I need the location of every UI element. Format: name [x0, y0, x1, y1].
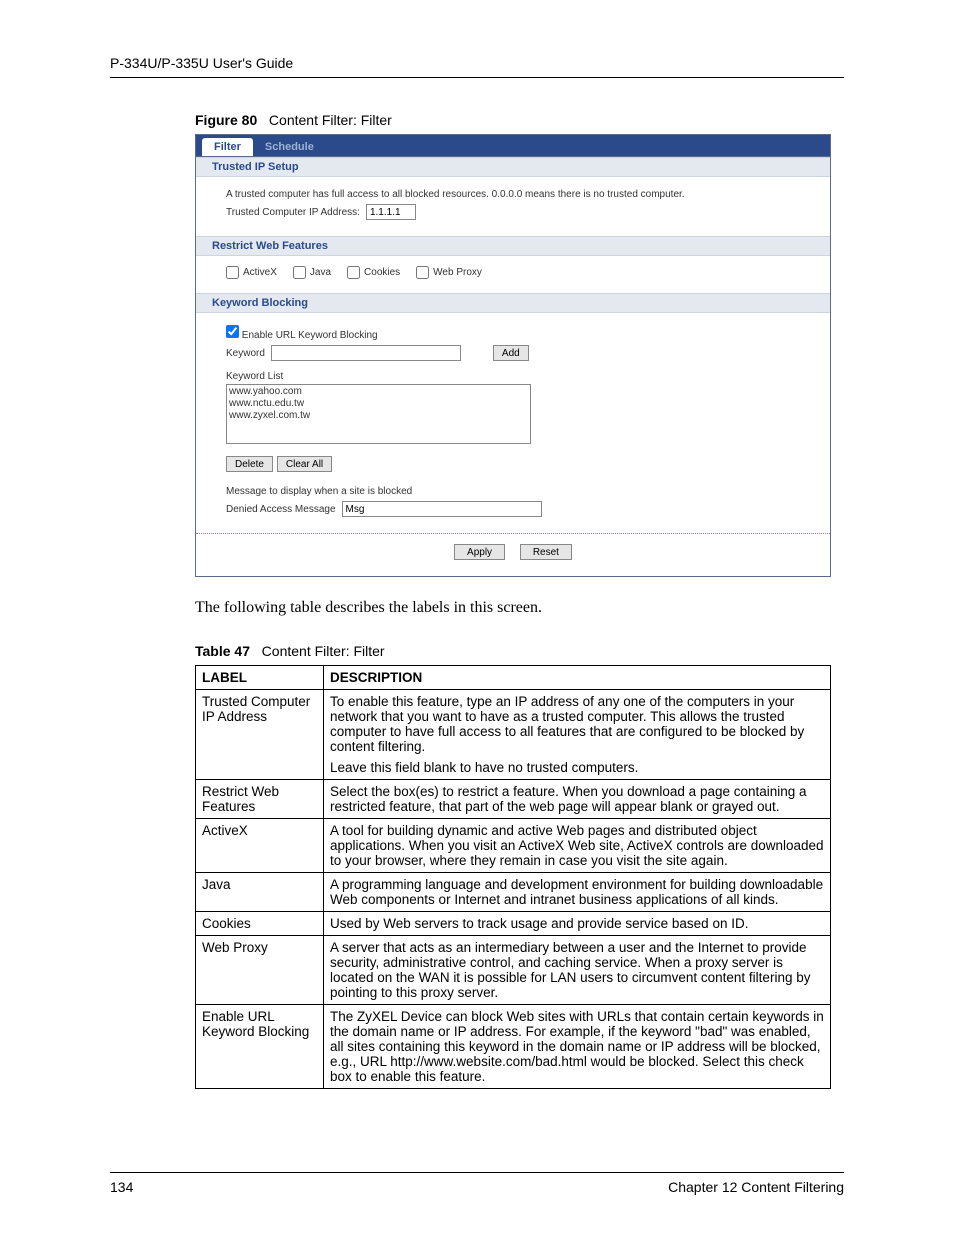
section-trusted-heading: Trusted IP Setup [196, 157, 830, 177]
table-row: Java A programming language and developm… [196, 873, 831, 912]
clear-all-button[interactable]: Clear All [277, 456, 332, 472]
chapter-label: Chapter 12 Content Filtering [668, 1179, 844, 1195]
table-row: ActiveX A tool for building dynamic and … [196, 819, 831, 873]
table-row: Trusted Computer IP Address To enable th… [196, 690, 831, 780]
trusted-ip-label: Trusted Computer IP Address: [226, 207, 360, 218]
chk-enable-keyword[interactable]: Enable URL Keyword Blocking [226, 325, 378, 341]
th-description: DESCRIPTION [324, 666, 831, 690]
table-row: Cookies Used by Web servers to track usa… [196, 912, 831, 936]
row-desc: A tool for building dynamic and active W… [324, 819, 831, 873]
chk-webproxy[interactable]: Web Proxy [416, 266, 482, 279]
add-button[interactable]: Add [493, 345, 529, 361]
row-label: ActiveX [196, 819, 324, 873]
figure-title: Content Filter: Filter [269, 112, 392, 128]
list-item[interactable]: www.zyxel.com.tw [229, 410, 528, 422]
section-keyword-heading: Keyword Blocking [196, 293, 830, 313]
keyword-listbox[interactable]: www.yahoo.com www.nctu.edu.tw www.zyxel.… [226, 384, 531, 444]
row-desc: The ZyXEL Device can block Web sites wit… [324, 1005, 831, 1089]
row-label: Trusted Computer IP Address [196, 690, 324, 780]
row-desc: To enable this feature, type an IP addre… [324, 690, 831, 780]
table-label: Table 47 [195, 643, 250, 659]
trusted-ip-input[interactable] [366, 204, 416, 220]
apply-button[interactable]: Apply [454, 544, 505, 560]
keyword-label: Keyword [226, 348, 265, 359]
row-desc: Used by Web servers to track usage and p… [324, 912, 831, 936]
tab-bar: Filter Schedule [196, 135, 830, 157]
intro-text: The following table describes the labels… [195, 599, 844, 617]
page-number: 134 [110, 1179, 133, 1195]
chk-activex[interactable]: ActiveX [226, 266, 277, 279]
section-restrict-heading: Restrict Web Features [196, 236, 830, 256]
denied-msg-input[interactable] [342, 501, 542, 517]
delete-button[interactable]: Delete [226, 456, 273, 472]
row-label: Cookies [196, 912, 324, 936]
restrict-row: ActiveX Java Cookies Web Proxy [226, 264, 800, 281]
table-header-row: LABEL DESCRIPTION [196, 666, 831, 690]
panel-footer: Apply Reset [196, 533, 830, 576]
list-item[interactable]: www.yahoo.com [229, 386, 528, 398]
reset-button[interactable]: Reset [520, 544, 572, 560]
denied-msg-caption: Message to display when a site is blocke… [226, 486, 800, 497]
row-label: Enable URL Keyword Blocking [196, 1005, 324, 1089]
description-table: LABEL DESCRIPTION Trusted Computer IP Ad… [195, 665, 831, 1089]
table-row: Web Proxy A server that acts as an inter… [196, 936, 831, 1005]
chk-java[interactable]: Java [293, 266, 331, 279]
table-caption: Table 47 Content Filter: Filter [195, 643, 844, 659]
row-label: Restrict Web Features [196, 780, 324, 819]
row-desc: A server that acts as an intermediary be… [324, 936, 831, 1005]
row-desc: A programming language and development e… [324, 873, 831, 912]
figure-caption: Figure 80 Content Filter: Filter [195, 112, 844, 128]
page-footer: 134 Chapter 12 Content Filtering [110, 1172, 844, 1195]
th-label: LABEL [196, 666, 324, 690]
table-row: Restrict Web Features Select the box(es)… [196, 780, 831, 819]
screenshot-panel: Filter Schedule Trusted IP Setup A trust… [195, 134, 831, 577]
chk-cookies[interactable]: Cookies [347, 266, 400, 279]
row-label: Web Proxy [196, 936, 324, 1005]
table-row: Enable URL Keyword Blocking The ZyXEL De… [196, 1005, 831, 1089]
running-header: P-334U/P-335U User's Guide [110, 55, 844, 78]
keyword-list-label: Keyword List [226, 371, 800, 382]
trusted-desc-text: A trusted computer has full access to al… [226, 189, 800, 200]
tab-schedule[interactable]: Schedule [253, 138, 326, 156]
list-item[interactable]: www.nctu.edu.tw [229, 398, 528, 410]
row-desc: Select the box(es) to restrict a feature… [324, 780, 831, 819]
table-title: Content Filter: Filter [262, 643, 385, 659]
row-label: Java [196, 873, 324, 912]
figure-label: Figure 80 [195, 112, 257, 128]
tab-filter[interactable]: Filter [202, 138, 253, 156]
denied-msg-label: Denied Access Message [226, 504, 336, 515]
keyword-input[interactable] [271, 345, 461, 361]
